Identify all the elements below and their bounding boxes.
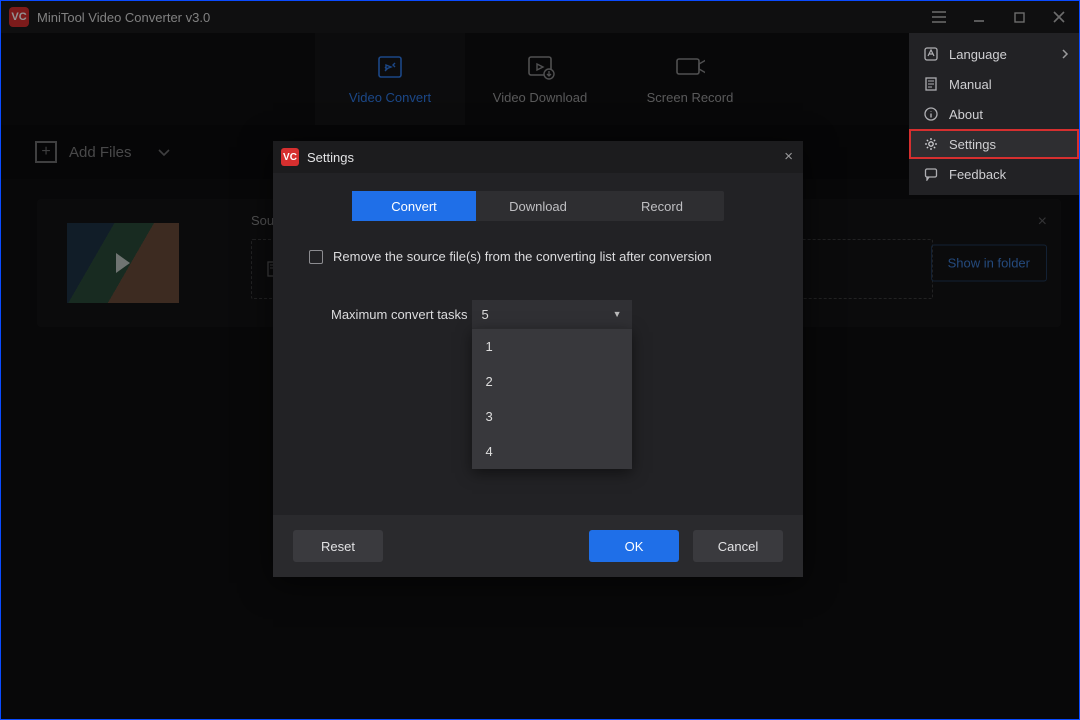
menu-item-label: Feedback	[949, 167, 1006, 182]
caret-down-icon: ▼	[613, 309, 622, 319]
dialog-tab-convert[interactable]: Convert	[352, 191, 476, 221]
app-window: VC MiniTool Video Converter v3.0 Video C…	[0, 0, 1080, 720]
select-value: 5	[482, 307, 489, 322]
menu-item-language[interactable]: Language	[909, 39, 1079, 69]
feedback-icon	[923, 167, 939, 181]
ok-button[interactable]: OK	[589, 530, 679, 562]
menu-item-label: Manual	[949, 77, 992, 92]
select-dropdown: 1 2 3 4	[472, 328, 632, 469]
chevron-right-icon	[1062, 47, 1069, 62]
cancel-button[interactable]: Cancel	[693, 530, 783, 562]
menu-item-feedback[interactable]: Feedback	[909, 159, 1079, 189]
menu-item-label: Settings	[949, 137, 996, 152]
menu-item-manual[interactable]: Manual	[909, 69, 1079, 99]
max-tasks-row: Maximum convert tasks 5 ▼ 1 2 3 4	[309, 300, 767, 328]
dialog-titlebar: VC Settings ×	[273, 141, 803, 173]
select-option[interactable]: 3	[472, 399, 632, 434]
select-option[interactable]: 2	[472, 364, 632, 399]
dialog-tabs: Convert Download Record	[352, 191, 724, 221]
dialog-body: Remove the source file(s) from the conve…	[273, 221, 803, 515]
reset-button[interactable]: Reset	[293, 530, 383, 562]
gear-icon	[923, 137, 939, 151]
dialog-title: Settings	[307, 150, 354, 165]
max-tasks-label: Maximum convert tasks	[331, 307, 468, 322]
info-icon	[923, 107, 939, 121]
menu-item-about[interactable]: About	[909, 99, 1079, 129]
hamburger-menu: Language Manual About Settings	[909, 33, 1079, 195]
checkbox-icon[interactable]	[309, 250, 323, 264]
settings-dialog: VC Settings × Convert Download Record Re…	[273, 141, 803, 577]
remove-source-row[interactable]: Remove the source file(s) from the conve…	[309, 249, 767, 264]
language-icon	[923, 47, 939, 61]
dialog-tab-record[interactable]: Record	[600, 191, 724, 221]
menu-item-label: About	[949, 107, 983, 122]
dialog-close-button[interactable]: ×	[784, 148, 793, 165]
menu-item-label: Language	[949, 47, 1007, 62]
select-option[interactable]: 1	[472, 329, 632, 364]
dialog-logo-icon: VC	[281, 148, 299, 166]
select-option[interactable]: 4	[472, 434, 632, 469]
manual-icon	[923, 77, 939, 91]
max-tasks-select[interactable]: 5 ▼ 1 2 3 4	[472, 300, 632, 328]
remove-source-label: Remove the source file(s) from the conve…	[333, 249, 712, 264]
dialog-footer: Reset OK Cancel	[273, 515, 803, 577]
dialog-tab-download[interactable]: Download	[476, 191, 600, 221]
select-box[interactable]: 5 ▼	[472, 300, 632, 328]
menu-item-settings[interactable]: Settings	[909, 129, 1079, 159]
